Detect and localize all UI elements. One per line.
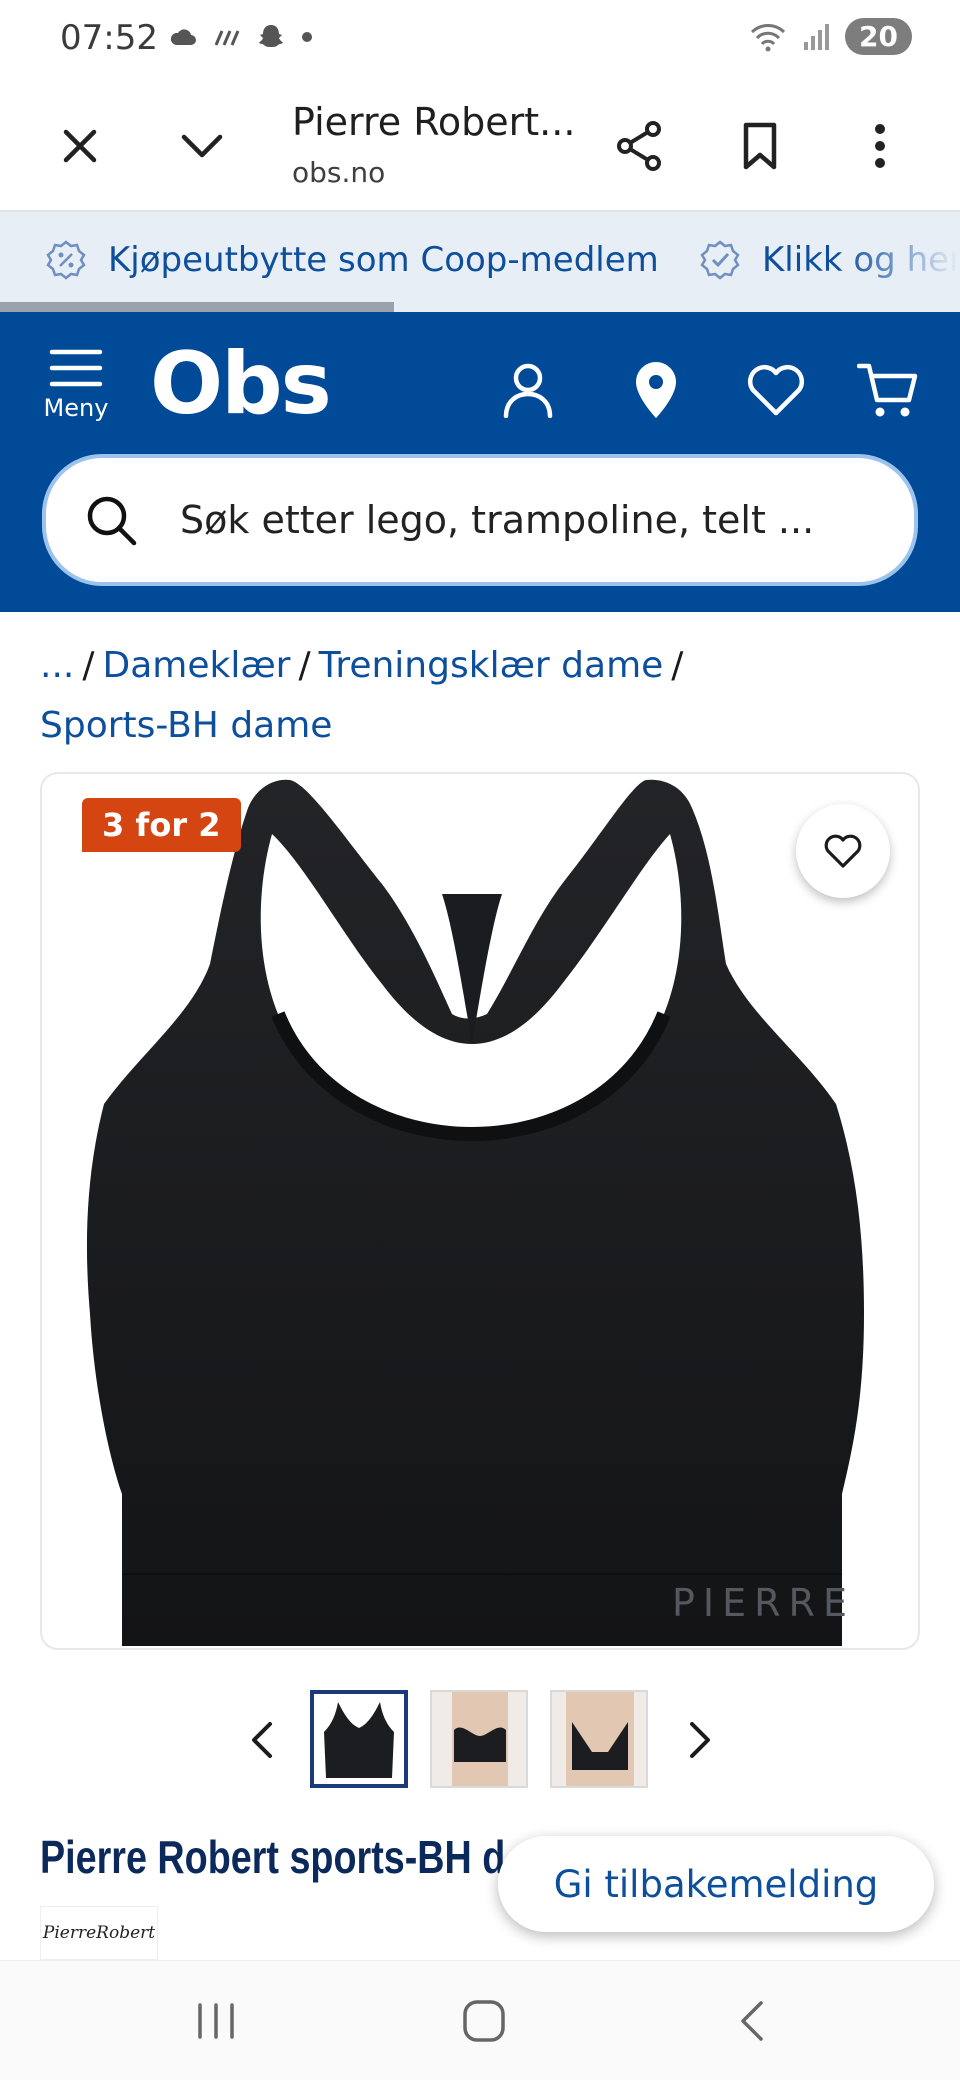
promo-item-member-dividend[interactable]: Kjøpeutbytte som Coop-medlem [46,240,659,280]
system-nav-bar [0,1960,960,2080]
menu-button[interactable]: Meny [36,348,116,422]
bookmark-button[interactable] [724,110,796,182]
thumbnail-image [552,1692,646,1786]
signal-dots-icon [214,30,240,46]
promo-progress-fill [0,302,394,312]
battery-badge: 20 [845,18,912,55]
thumbnail-prev-button[interactable] [232,1710,292,1770]
breadcrumb-item-sports-bh[interactable]: Sports-BH dame [40,705,332,746]
user-icon [503,363,553,418]
chevron-down-icon [181,134,223,158]
recent-apps-button[interactable] [176,1991,256,2051]
chevron-left-icon [252,1722,272,1758]
promo-ticker: Kjøpeutbytte som Coop-medlem Klikk og he… [0,212,960,312]
breadcrumb-separator: / [671,645,684,686]
heart-outline-icon [824,834,862,868]
back-button[interactable] [712,1991,792,2051]
snapchat-icon [259,25,283,47]
brand-logo[interactable]: PierreRobert [40,1906,158,1960]
thumbnail-2[interactable] [430,1690,528,1788]
store-locator-button[interactable] [618,352,694,428]
product-image-card[interactable]: PIERRE 3 for 2 [40,772,920,1650]
more-vert-icon [875,124,885,168]
feedback-button[interactable]: Gi tilbakemelding [498,1836,934,1932]
percent-badge-icon [46,240,86,280]
breadcrumb-item-treningsklaer[interactable]: Treningsklær dame [319,645,664,686]
product-image: PIERRE [86,779,865,1646]
status-icons-left [168,22,314,52]
breadcrumb-item-dameklaer[interactable]: Dameklær [102,645,290,686]
breadcrumb: ... / Dameklær / Treningsklær dame / Sports-BH… [40,636,920,756]
favorite-button[interactable] [796,804,890,898]
share-button[interactable] [604,110,676,182]
page-url[interactable]: obs.no [292,156,385,189]
recent-apps-icon [198,2003,234,2039]
chevron-right-icon [690,1722,710,1758]
thumbnail-1[interactable] [310,1690,408,1788]
search-placeholder: Søk etter lego, trampoline, telt ... [180,498,815,542]
promo-text: Kjøpeutbytte som Coop-medlem [108,240,659,280]
wifi-icon [750,23,786,51]
heart-icon [747,365,805,416]
wishlist-button[interactable] [738,352,814,428]
home-button[interactable] [444,1991,524,2051]
home-icon [463,2000,505,2042]
thumbnail-next-button[interactable] [670,1710,730,1770]
close-icon [63,129,97,163]
dot-icon [302,32,312,42]
status-icons-right: 20 [749,18,912,55]
bookmark-icon [743,122,777,170]
promo-badge: 3 for 2 [82,798,241,852]
breadcrumb-ellipsis[interactable]: ... [40,645,74,686]
share-icon [617,121,661,171]
breadcrumb-separator: / [298,645,311,686]
search-icon-wrap [46,494,156,546]
product-title: Pierre Robert sports-BH d [40,1831,506,1883]
site-header: Meny Obs Søk etter lego, trampoline, tel… [0,312,960,612]
breadcrumb-separator: / [82,645,95,686]
menu-label: Meny [43,394,109,422]
search-icon [87,496,137,546]
cell-signal-icon [804,23,830,50]
collapse-button[interactable] [166,110,238,182]
cart-icon [857,363,918,417]
check-badge-icon [700,240,740,280]
cart-button[interactable] [850,352,926,428]
more-options-button[interactable] [844,110,916,182]
thumbnail-image [432,1692,526,1786]
page-title: Pierre Robert... [292,100,576,144]
status-time: 07:52 [60,18,158,58]
status-bar: 07:52 20 [0,0,960,80]
obs-logo[interactable]: Obs [150,334,332,434]
thumbnail-image [314,1694,404,1784]
hamburger-icon [49,349,103,387]
promo-progress-track [0,302,960,312]
thumbnail-strip [0,1688,960,1792]
browser-toolbar: Pierre Robert... obs.no [0,80,960,212]
thumbnail-3[interactable] [550,1690,648,1788]
location-icon [636,362,676,418]
search-input[interactable]: Søk etter lego, trampoline, telt ... [42,454,918,586]
back-icon [741,2001,763,2041]
promo-fade [840,212,960,312]
cloud-icon [170,29,196,45]
image-brand-text: PIERRE [672,1581,855,1625]
account-button[interactable] [490,352,566,428]
close-tab-button[interactable] [44,110,116,182]
